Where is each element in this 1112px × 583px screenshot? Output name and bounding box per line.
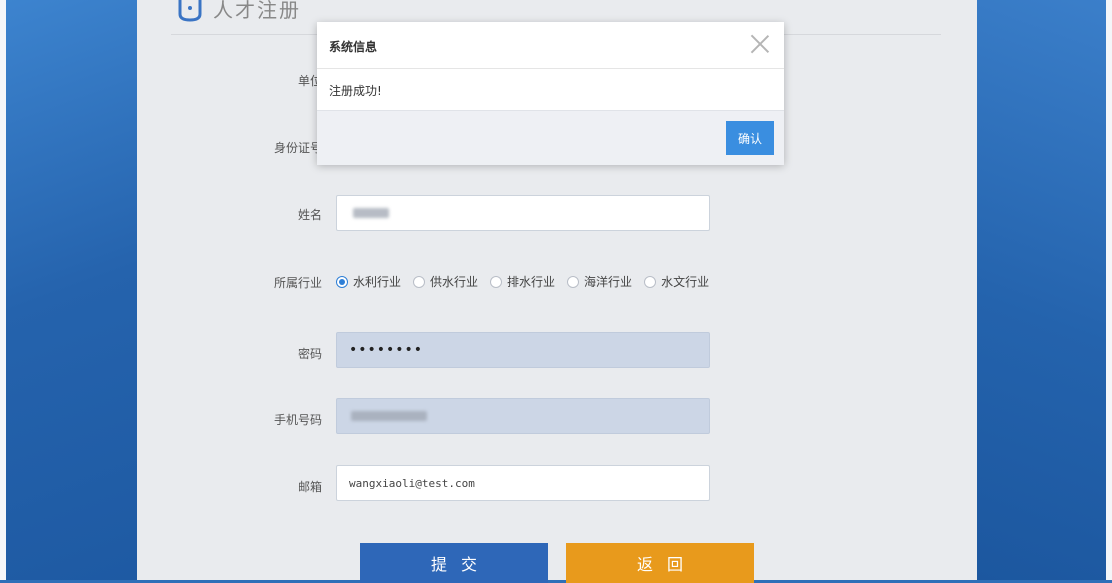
name-value-redacted (353, 208, 389, 218)
radio-label: 水利行业 (353, 275, 402, 289)
password-value: •••••••• (349, 342, 424, 358)
page-title: 人才注册 (213, 0, 301, 22)
dialog-header: 系统信息 (317, 22, 784, 69)
radio-unchecked-icon (490, 275, 503, 288)
dialog-message: 注册成功! (329, 84, 382, 98)
radio-label: 海洋行业 (584, 275, 633, 289)
phone-input[interactable] (336, 398, 710, 434)
password-input[interactable]: •••••••• (336, 332, 710, 368)
page-edge-left (0, 0, 6, 580)
id-number-label: 身份证号 (273, 141, 322, 155)
confirm-button[interactable]: 确认 (726, 121, 774, 155)
page-edge-right (1106, 0, 1112, 580)
industry-radio-group: 水利行业 供水行业 排水行业 海洋行业 水文行业 (336, 273, 721, 290)
password-row: 密码 •••••••• (137, 332, 977, 370)
radio-unchecked-icon (413, 275, 426, 288)
email-row: 邮箱 wangxiaoli@test.com (137, 465, 977, 503)
phone-value-redacted (351, 411, 427, 421)
radio-hydrology[interactable]: 水文行业 (644, 273, 709, 290)
industry-row: 所属行业 水利行业 供水行业 排水行业 海洋行业 水文行业 (137, 262, 977, 300)
radio-drainage[interactable]: 排水行业 (490, 273, 555, 290)
radio-checked-icon (336, 275, 348, 288)
dialog-title: 系统信息 (329, 40, 378, 54)
radio-ocean[interactable]: 海洋行业 (567, 273, 632, 290)
phone-row: 手机号码 (137, 398, 977, 436)
radio-unchecked-icon (644, 275, 657, 288)
user-icon (178, 0, 202, 22)
radio-label: 水文行业 (661, 275, 710, 289)
back-button[interactable]: 返回 (566, 543, 754, 583)
dialog-footer: 确认 (317, 110, 784, 165)
industry-label: 所属行业 (273, 276, 322, 290)
name-input[interactable] (336, 195, 710, 231)
radio-label: 排水行业 (507, 275, 556, 289)
background-left (0, 0, 137, 580)
radio-water-supply[interactable]: 供水行业 (413, 273, 478, 290)
background-right (977, 0, 1112, 580)
name-label: 姓名 (297, 208, 322, 222)
radio-label: 供水行业 (430, 275, 479, 289)
radio-water-conservancy[interactable]: 水利行业 (336, 273, 401, 290)
submit-button[interactable]: 提交 (360, 543, 548, 583)
dialog-body: 注册成功! (317, 69, 784, 109)
phone-label: 手机号码 (273, 413, 322, 427)
email-value: wangxiaoli@test.com (349, 477, 475, 490)
system-info-dialog: 系统信息 注册成功! 确认 (317, 22, 784, 165)
close-icon[interactable] (750, 34, 770, 54)
name-row: 姓名 (137, 195, 977, 233)
email-label: 邮箱 (297, 480, 322, 494)
email-input[interactable]: wangxiaoli@test.com (336, 465, 710, 501)
password-label: 密码 (297, 347, 322, 361)
radio-unchecked-icon (567, 275, 580, 288)
